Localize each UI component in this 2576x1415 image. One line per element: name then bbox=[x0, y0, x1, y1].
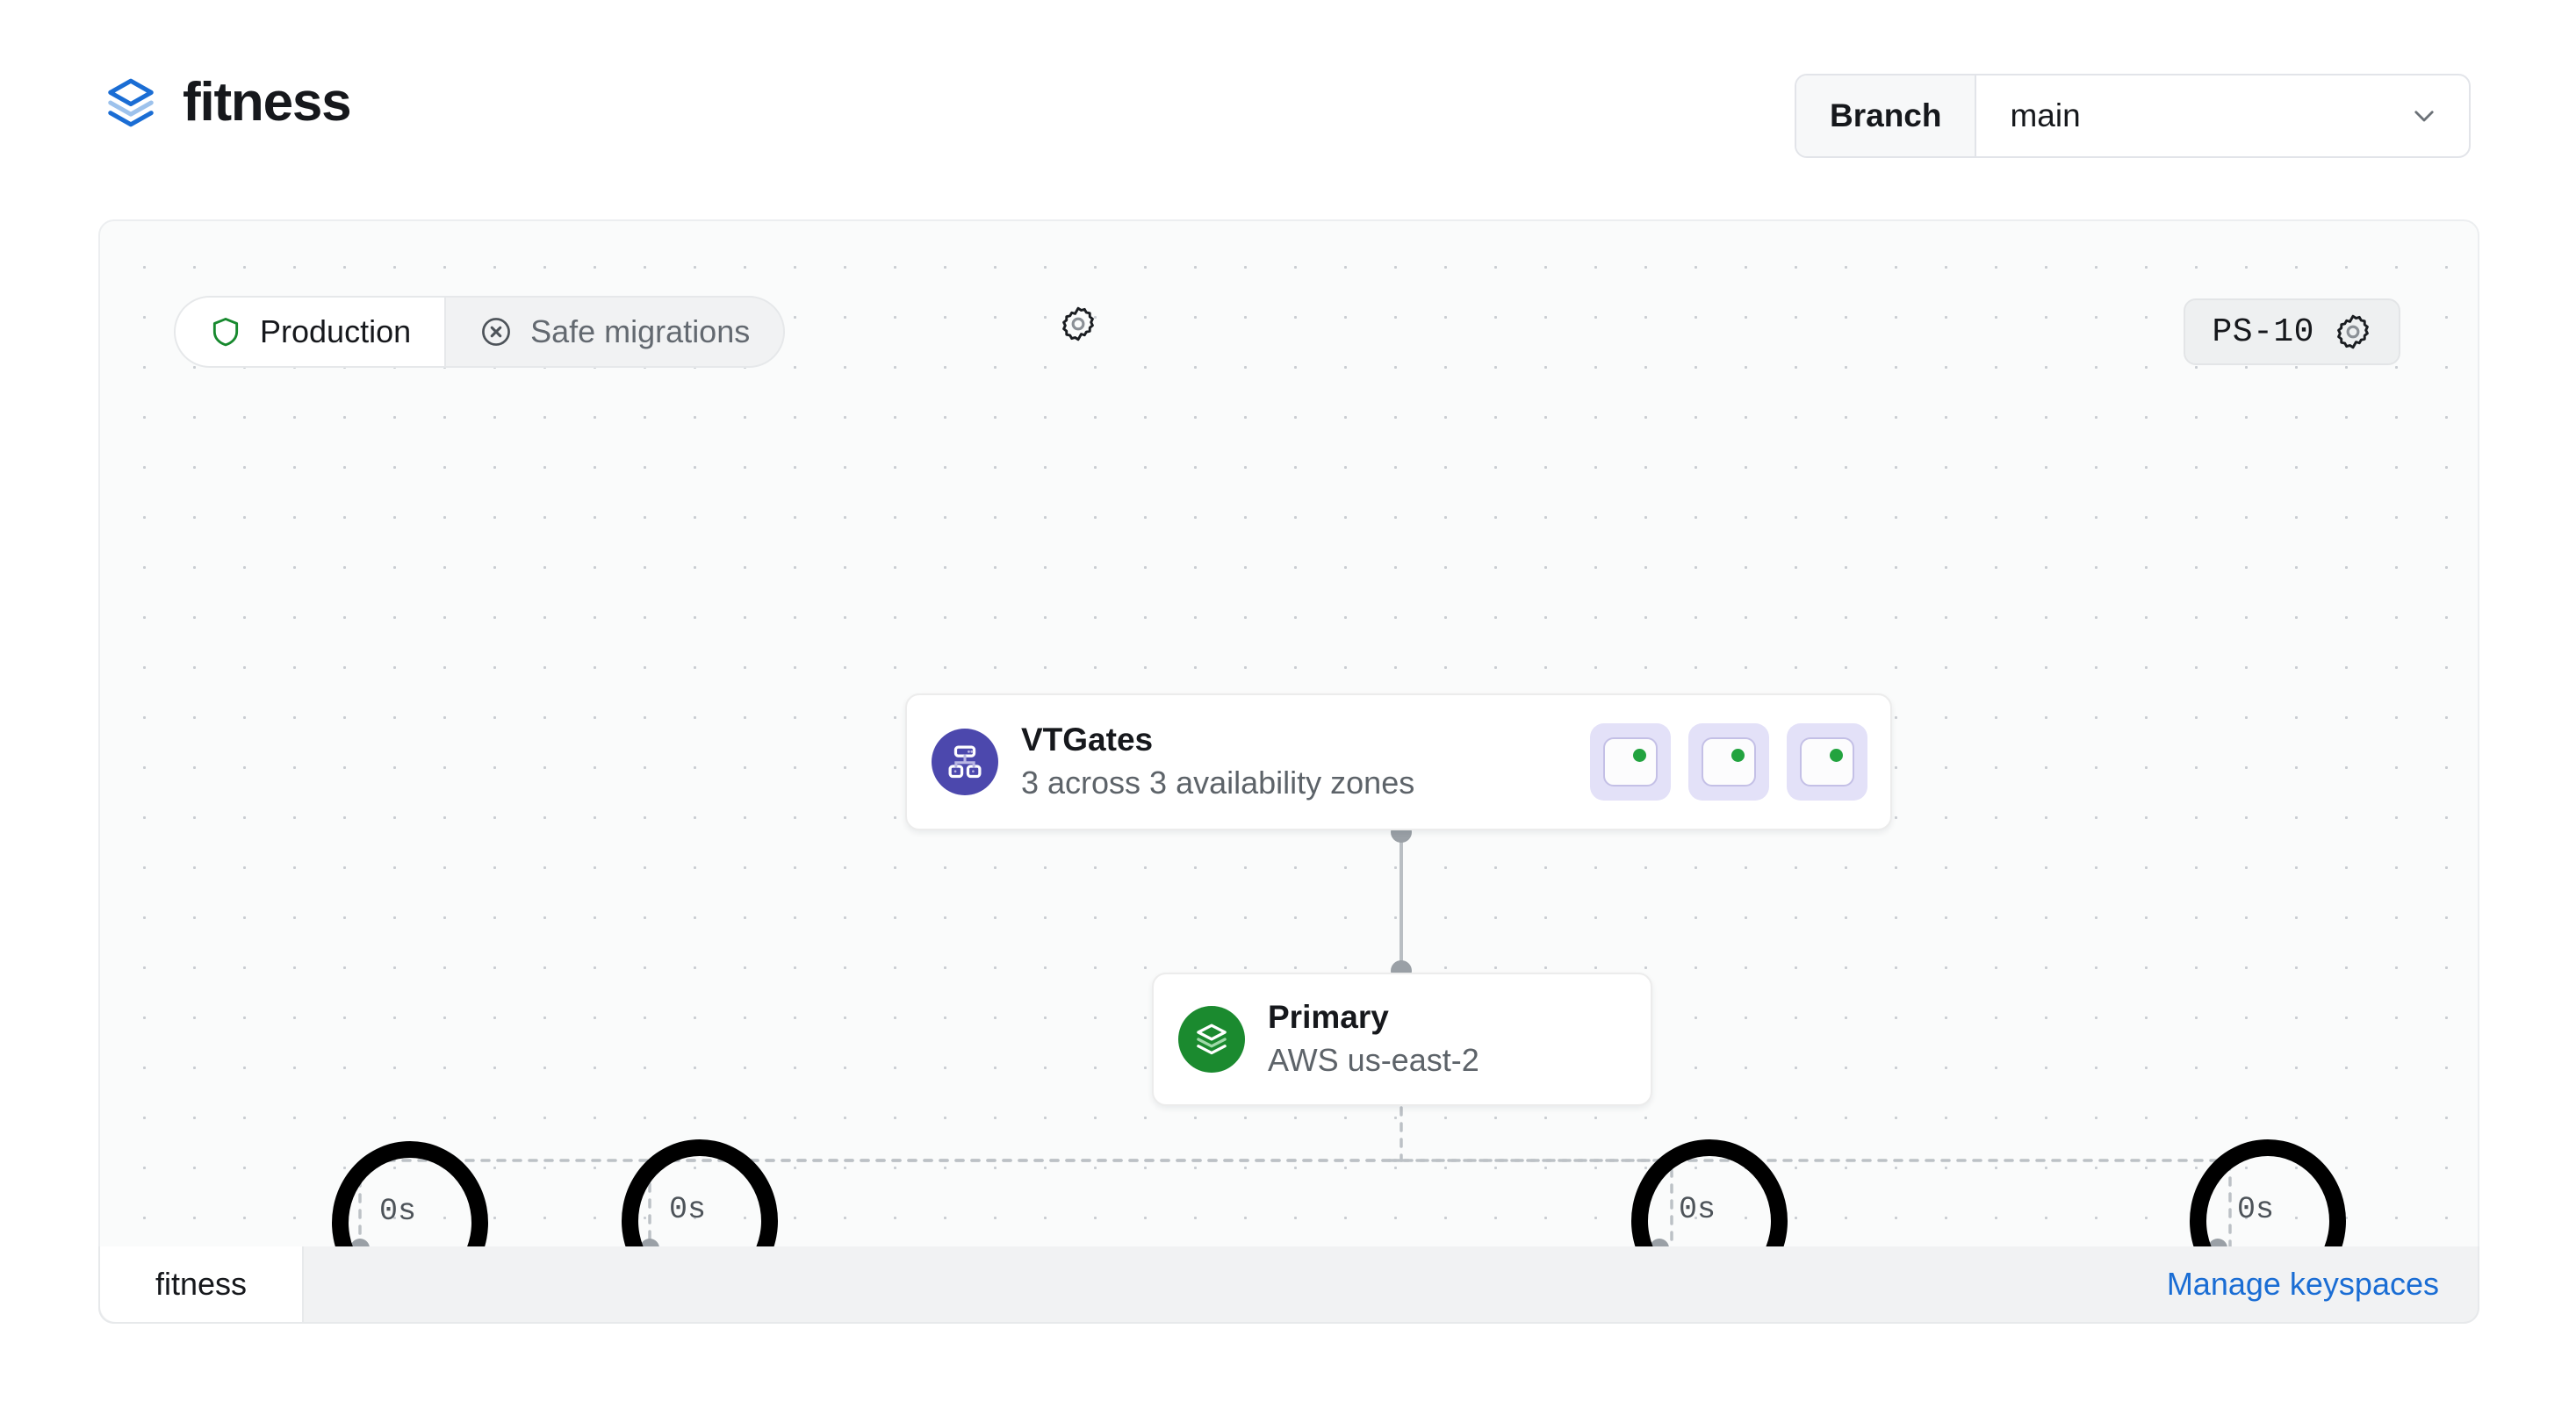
node-vtgates[interactable]: VTGates 3 across 3 availability zones bbox=[905, 693, 1892, 830]
canvas-footer: fitness Manage keyspaces bbox=[98, 1246, 2479, 1324]
status-dot-green-icon bbox=[1633, 749, 1646, 762]
primary-subtitle: AWS us-east-2 bbox=[1268, 1040, 1479, 1080]
replica-3-lag: 0s bbox=[1679, 1192, 1716, 1227]
chevron-down-icon[interactable] bbox=[2409, 101, 2439, 131]
topology-graph: VTGates 3 across 3 availability zones bbox=[100, 221, 2478, 1322]
vtgates-instance[interactable] bbox=[1787, 723, 1867, 801]
page-title: fitness bbox=[183, 75, 350, 130]
manage-keyspaces-link[interactable]: Manage keyspaces bbox=[2167, 1246, 2478, 1322]
replica-1-lag: 0s bbox=[379, 1194, 416, 1229]
branch-value-wrap[interactable]: main bbox=[1976, 75, 2469, 156]
footer-keyspace-tab[interactable]: fitness bbox=[100, 1246, 304, 1322]
vtgates-text: VTGates 3 across 3 availability zones bbox=[1021, 722, 1414, 802]
primary-title: Primary bbox=[1268, 999, 1479, 1037]
footer-spacer bbox=[304, 1246, 2167, 1322]
brand: fitness bbox=[104, 75, 350, 130]
branch-label: Branch bbox=[1796, 75, 1976, 156]
layers-stack-icon bbox=[104, 75, 158, 130]
branch-selector[interactable]: Branch main bbox=[1795, 74, 2471, 158]
vtgates-title: VTGates bbox=[1021, 722, 1414, 759]
status-dot-green-icon bbox=[1731, 749, 1745, 762]
primary-text: Primary AWS us-east-2 bbox=[1268, 999, 1479, 1080]
vtgates-instance[interactable] bbox=[1688, 723, 1769, 801]
layers-stack-icon bbox=[1178, 1006, 1245, 1073]
replica-4-lag: 0s bbox=[2237, 1192, 2274, 1227]
app-root: fitness Branch main bbox=[0, 0, 2576, 1415]
branch-value: main bbox=[2010, 97, 2080, 134]
node-primary[interactable]: Primary AWS us-east-2 bbox=[1152, 973, 1652, 1106]
topology-canvas[interactable]: Production Safe migrations bbox=[98, 219, 2479, 1324]
vtgates-instance-box bbox=[1603, 737, 1658, 787]
vtgates-instance[interactable] bbox=[1590, 723, 1671, 801]
vtgates-instance-box bbox=[1800, 737, 1854, 787]
status-dot-green-icon bbox=[1830, 749, 1843, 762]
vtgates-instance-box bbox=[1702, 737, 1756, 787]
vtgates-instance-list bbox=[1590, 723, 1867, 801]
vtgates-subtitle: 3 across 3 availability zones bbox=[1021, 763, 1414, 802]
app-header: fitness Branch main bbox=[0, 0, 2576, 202]
replica-2-lag: 0s bbox=[669, 1192, 706, 1227]
sitemap-icon bbox=[932, 729, 998, 795]
vtgates-identity: VTGates 3 across 3 availability zones bbox=[932, 722, 1414, 802]
